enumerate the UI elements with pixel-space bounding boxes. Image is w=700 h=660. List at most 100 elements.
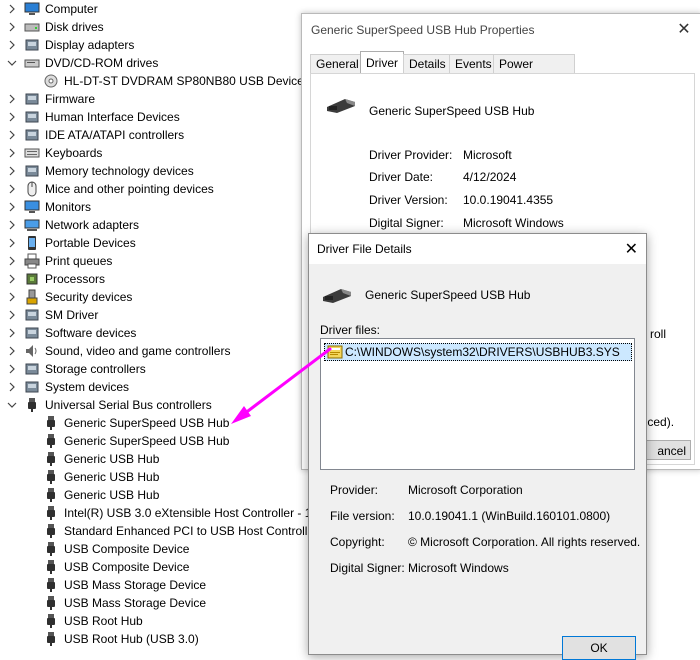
- chevron-right-icon[interactable]: [7, 165, 17, 177]
- device-name: Generic SuperSpeed USB Hub: [369, 104, 535, 118]
- tree-item-label: USB Composite Device: [64, 560, 190, 574]
- dvd-device-icon: [43, 73, 59, 89]
- tree-device-item[interactable]: USB Mass Storage Device: [0, 594, 320, 612]
- usb-plug-icon: [43, 433, 59, 449]
- hid-icon: [24, 109, 40, 125]
- chevron-right-icon[interactable]: [7, 129, 17, 141]
- driver-file-details-dialog: Driver File Details ✕ Generic SuperSpeed…: [308, 233, 647, 660]
- close-icon[interactable]: ✕: [675, 19, 693, 39]
- chevron-right-icon[interactable]: [7, 39, 17, 51]
- tree-category-item[interactable]: Firmware: [0, 90, 320, 108]
- tree-category-item[interactable]: Keyboards: [0, 144, 320, 162]
- dvd-drive-icon: [24, 55, 40, 71]
- chevron-right-icon[interactable]: [7, 93, 17, 105]
- list-item[interactable]: C:\WINDOWS\system32\DRIVERS\USBHUB3.SYS: [324, 343, 632, 361]
- tree-category-item[interactable]: System devices: [0, 378, 320, 396]
- tree-item-label: Human Interface Devices: [45, 110, 180, 124]
- chevron-right-icon[interactable]: [7, 273, 17, 285]
- device-tree: Computer Disk drives Display adapters DVD/C…: [0, 0, 321, 648]
- tree-device-item[interactable]: Generic USB Hub: [0, 450, 320, 468]
- tree-item-label: Portable Devices: [45, 236, 136, 250]
- tree-category-item[interactable]: SM Driver: [0, 306, 320, 324]
- tree-category-item[interactable]: Storage controllers: [0, 360, 320, 378]
- tree-device-item[interactable]: Generic USB Hub: [0, 486, 320, 504]
- tree-device-item[interactable]: USB Composite Device: [0, 558, 320, 576]
- driver-provider-label: Driver Provider:: [369, 148, 453, 162]
- chevron-right-icon[interactable]: [7, 201, 17, 213]
- tree-category-item[interactable]: Print queues: [0, 252, 320, 270]
- tree-device-item[interactable]: USB Root Hub: [0, 612, 320, 630]
- chevron-right-icon[interactable]: [7, 255, 17, 267]
- tree-category-item[interactable]: Processors: [0, 270, 320, 288]
- chevron-right-icon[interactable]: [7, 111, 17, 123]
- chevron-right-icon[interactable]: [7, 309, 17, 321]
- tree-item-label: Generic USB Hub: [64, 470, 160, 484]
- tree-device-item[interactable]: USB Mass Storage Device: [0, 576, 320, 594]
- tree-device-item[interactable]: Standard Enhanced PCI to USB Host Contro…: [0, 522, 320, 540]
- disk-drive-icon: [24, 19, 40, 35]
- tab-details[interactable]: Details: [403, 54, 452, 74]
- tree-category-item[interactable]: Sound, video and game controllers: [0, 342, 320, 360]
- usb-plug-icon: [43, 577, 59, 593]
- tree-category-item[interactable]: Mice and other pointing devices: [0, 180, 320, 198]
- tree-item-label: USB Composite Device: [64, 542, 190, 556]
- firmware-icon: [24, 91, 40, 107]
- tree-category-item[interactable]: Security devices: [0, 288, 320, 306]
- tree-category-item[interactable]: Human Interface Devices: [0, 108, 320, 126]
- chevron-right-icon[interactable]: [7, 291, 17, 303]
- tab-general[interactable]: General: [310, 54, 365, 74]
- chevron-right-icon[interactable]: [7, 237, 17, 249]
- tree-category-item[interactable]: DVD/CD-ROM drives: [0, 54, 320, 72]
- tree-device-item[interactable]: HL-DT-ST DVDRAM SP80NB80 USB Device: [0, 72, 320, 90]
- sound-icon: [24, 343, 40, 359]
- chevron-right-icon[interactable]: [7, 147, 17, 159]
- tree-category-item[interactable]: Disk drives: [0, 18, 320, 36]
- chevron-right-icon[interactable]: [7, 183, 17, 195]
- tree-category-item[interactable]: Network adapters: [0, 216, 320, 234]
- tree-item-label: Memory technology devices: [45, 164, 194, 178]
- tree-category-item[interactable]: Software devices: [0, 324, 320, 342]
- tree-device-item[interactable]: Generic SuperSpeed USB Hub: [0, 414, 320, 432]
- driver-files-label: Driver files:: [320, 323, 381, 337]
- file-path: C:\WINDOWS\system32\DRIVERS\USBHUB3.SYS: [345, 345, 620, 359]
- close-icon[interactable]: ✕: [625, 239, 638, 259]
- security-device-icon: [24, 289, 40, 305]
- tree-category-item[interactable]: IDE ATA/ATAPI controllers: [0, 126, 320, 144]
- tab-power-management[interactable]: Power Management: [493, 54, 576, 90]
- driver-date-label: Driver Date:: [369, 170, 434, 184]
- chevron-right-icon[interactable]: [7, 21, 17, 33]
- chevron-down-icon[interactable]: [7, 399, 17, 411]
- tree-device-item[interactable]: Generic SuperSpeed USB Hub: [0, 432, 320, 450]
- driver-files-list[interactable]: C:\WINDOWS\system32\DRIVERS\USBHUB3.SYS: [320, 338, 635, 470]
- tree-item-label: Generic USB Hub: [64, 452, 160, 466]
- tree-category-item[interactable]: Display adapters: [0, 36, 320, 54]
- tree-item-label: IDE ATA/ATAPI controllers: [45, 128, 185, 142]
- usb-plug-icon: [43, 505, 59, 521]
- chevron-right-icon[interactable]: [7, 327, 17, 339]
- tree-item-label: Storage controllers: [45, 362, 146, 376]
- chevron-right-icon[interactable]: [7, 363, 17, 375]
- tab-events[interactable]: Events: [449, 54, 498, 74]
- tab-driver[interactable]: Driver: [360, 51, 404, 75]
- tree-category-item[interactable]: Universal Serial Bus controllers: [0, 396, 320, 414]
- chevron-right-icon[interactable]: [7, 3, 17, 15]
- tree-device-item[interactable]: USB Root Hub (USB 3.0): [0, 630, 320, 648]
- file-version-value: 10.0.19041.1 (WinBuild.160101.0800): [408, 509, 611, 523]
- tree-device-item[interactable]: USB Composite Device: [0, 540, 320, 558]
- tree-category-item[interactable]: Portable Devices: [0, 234, 320, 252]
- tree-device-item[interactable]: Generic USB Hub: [0, 468, 320, 486]
- tree-device-item[interactable]: Intel(R) USB 3.0 eXtensible Host Control…: [0, 504, 321, 522]
- printer-icon: [24, 253, 40, 269]
- tree-category-item[interactable]: Memory technology devices: [0, 162, 320, 180]
- chevron-down-icon[interactable]: [7, 57, 17, 69]
- usb-plug-icon: [43, 415, 59, 431]
- tree-category-item[interactable]: Monitors: [0, 198, 320, 216]
- tree-category-item[interactable]: Computer: [0, 0, 320, 18]
- chevron-right-icon[interactable]: [7, 381, 17, 393]
- chevron-right-icon[interactable]: [7, 219, 17, 231]
- truncated-text-roll: roll: [650, 327, 667, 341]
- chevron-right-icon[interactable]: [7, 345, 17, 357]
- ok-button[interactable]: OK: [562, 636, 636, 660]
- usb-controller-icon: [24, 397, 40, 413]
- dialog-title: Driver File Details: [317, 242, 412, 256]
